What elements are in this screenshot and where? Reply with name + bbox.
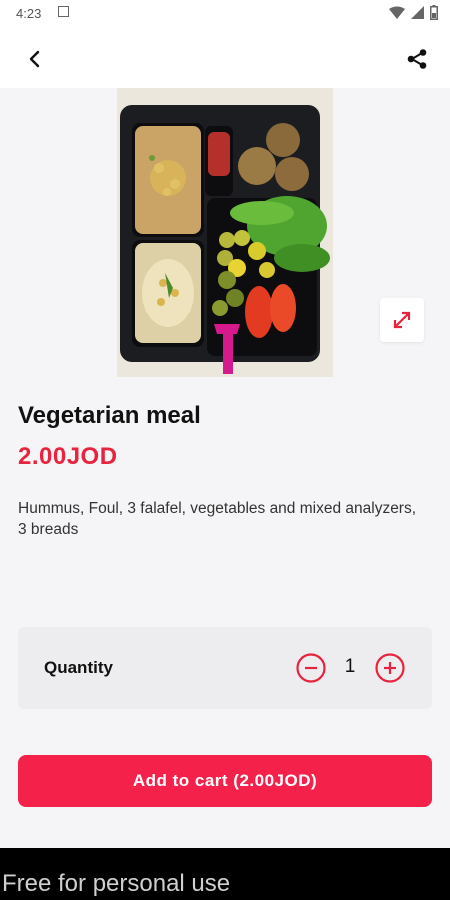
signal-icon: [411, 5, 424, 19]
status-time: 4:23: [16, 6, 42, 21]
app-bar: [0, 28, 450, 88]
product-image[interactable]: [117, 88, 333, 377]
minus-circle-icon: [296, 653, 326, 683]
expand-icon: [393, 311, 411, 329]
zoom-image-button[interactable]: [380, 298, 424, 342]
watermark-text: Free for personal use: [2, 870, 231, 897]
plus-circle-icon: [375, 653, 405, 683]
add-to-cart-button[interactable]: Add to cart (2.00JOD): [18, 755, 432, 807]
battery-icon: [430, 5, 438, 20]
back-button[interactable]: [20, 44, 50, 74]
share-icon: [407, 49, 427, 69]
quantity-card: Quantity 1: [18, 627, 432, 709]
share-button[interactable]: [402, 44, 432, 74]
quantity-value: 1: [344, 656, 356, 677]
product-description: Hummus, Foul, 3 falafel, vegetables and …: [18, 500, 417, 538]
status-bar: 4:23: [0, 0, 450, 28]
quantity-label: Quantity: [44, 658, 113, 677]
meal-tray-image: [117, 88, 333, 377]
quantity-decrease-button[interactable]: [295, 652, 327, 684]
product-title: Vegetarian meal: [18, 402, 201, 429]
back-arrow-icon: [29, 50, 40, 68]
notification-icon: [58, 6, 69, 17]
status-icons: [389, 5, 438, 20]
quantity-increase-button[interactable]: [374, 652, 406, 684]
product-price: 2.00JOD: [18, 443, 118, 470]
wifi-icon: [389, 6, 405, 19]
